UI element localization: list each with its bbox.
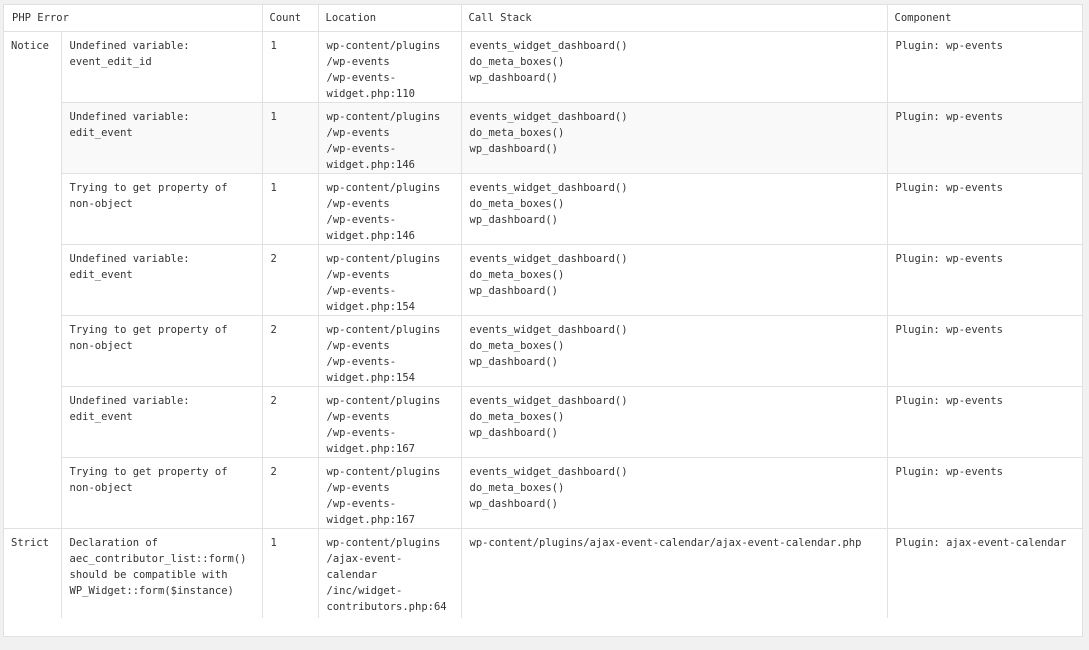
table-row: Trying to get property of non-object 2 w…	[4, 457, 1082, 529]
table-body: Notice Undefined variable: event_edit_id…	[4, 31, 1082, 618]
header-php-error[interactable]: PHP Error	[4, 5, 262, 32]
error-message-cell: Trying to get property of non-object	[60, 315, 262, 387]
error-component-cell: Plugin: wp-events	[886, 315, 1082, 387]
error-call-stack-cell: events_widget_dashboard() do_meta_boxes(…	[460, 102, 887, 174]
table-header: PHP Error Count Location Call Stack Comp…	[4, 5, 1082, 32]
php-errors-panel: PHP Error Count Location Call Stack Comp…	[3, 4, 1083, 637]
error-message-cell: Declaration of aec_contributor_list::for…	[60, 528, 262, 618]
table-row: Strict Declaration of aec_contributor_li…	[4, 528, 1082, 618]
error-component-cell: Plugin: wp-events	[886, 31, 1082, 103]
error-call-stack-cell: events_widget_dashboard() do_meta_boxes(…	[460, 31, 887, 103]
error-count-cell: 2	[261, 315, 318, 387]
error-message-cell: Undefined variable: edit_event	[60, 102, 262, 174]
error-location-cell: wp-content/plugins /wp-events /wp-events…	[317, 31, 461, 103]
error-call-stack-cell: events_widget_dashboard() do_meta_boxes(…	[460, 386, 887, 458]
header-count[interactable]: Count	[261, 5, 318, 32]
error-location-cell: wp-content/plugins /wp-events /wp-events…	[317, 102, 461, 174]
error-component-cell: Plugin: wp-events	[886, 386, 1082, 458]
error-message-cell: Undefined variable: edit_event	[60, 244, 262, 316]
error-component-cell: Plugin: wp-events	[886, 244, 1082, 316]
error-count-cell: 2	[261, 457, 318, 529]
header-component[interactable]: Component	[886, 5, 1082, 32]
error-component-cell: Plugin: ajax-event-calendar	[886, 528, 1082, 618]
error-message-cell: Trying to get property of non-object	[60, 173, 262, 245]
error-count-cell: 2	[261, 244, 318, 316]
error-type-cell: Strict	[4, 528, 61, 618]
error-count-cell: 2	[261, 386, 318, 458]
error-count-cell: 1	[261, 528, 318, 618]
error-component-cell: Plugin: wp-events	[886, 102, 1082, 174]
error-count-cell: 1	[261, 102, 318, 174]
table-row: Undefined variable: edit_event 2 wp-cont…	[4, 244, 1082, 316]
error-message-cell: Trying to get property of non-object	[60, 457, 262, 529]
error-count-cell: 1	[261, 173, 318, 245]
error-location-cell: wp-content/plugins /wp-events /wp-events…	[317, 173, 461, 245]
error-call-stack-cell: events_widget_dashboard() do_meta_boxes(…	[460, 457, 887, 529]
error-location-cell: wp-content/plugins /wp-events /wp-events…	[317, 386, 461, 458]
table-row: Trying to get property of non-object 2 w…	[4, 315, 1082, 387]
error-message-cell: Undefined variable: edit_event	[60, 386, 262, 458]
error-message-cell: Undefined variable: event_edit_id	[60, 31, 262, 103]
table-row: Notice Undefined variable: event_edit_id…	[4, 31, 1082, 529]
error-type-cell: Notice	[4, 31, 61, 529]
error-component-cell: Plugin: wp-events	[886, 457, 1082, 529]
error-call-stack-cell: wp-content/plugins/ajax-event-calendar/a…	[460, 528, 887, 618]
table-row: Trying to get property of non-object 1 w…	[4, 173, 1082, 245]
table-row: Undefined variable: edit_event 1 wp-cont…	[4, 102, 1082, 174]
error-component-cell: Plugin: wp-events	[886, 173, 1082, 245]
table-row: Undefined variable: edit_event 2 wp-cont…	[4, 386, 1082, 458]
error-location-cell: wp-content/plugins /ajax-event- calendar…	[317, 528, 461, 618]
header-location[interactable]: Location	[317, 5, 461, 32]
error-call-stack-cell: events_widget_dashboard() do_meta_boxes(…	[460, 173, 887, 245]
php-errors-table: PHP Error Count Location Call Stack Comp…	[4, 5, 1082, 618]
error-count-cell: 1	[261, 31, 318, 103]
header-call-stack[interactable]: Call Stack	[460, 5, 887, 32]
error-location-cell: wp-content/plugins /wp-events /wp-events…	[317, 244, 461, 316]
error-location-cell: wp-content/plugins /wp-events /wp-events…	[317, 315, 461, 387]
error-location-cell: wp-content/plugins /wp-events /wp-events…	[317, 457, 461, 529]
error-call-stack-cell: events_widget_dashboard() do_meta_boxes(…	[460, 244, 887, 316]
error-call-stack-cell: events_widget_dashboard() do_meta_boxes(…	[460, 315, 887, 387]
